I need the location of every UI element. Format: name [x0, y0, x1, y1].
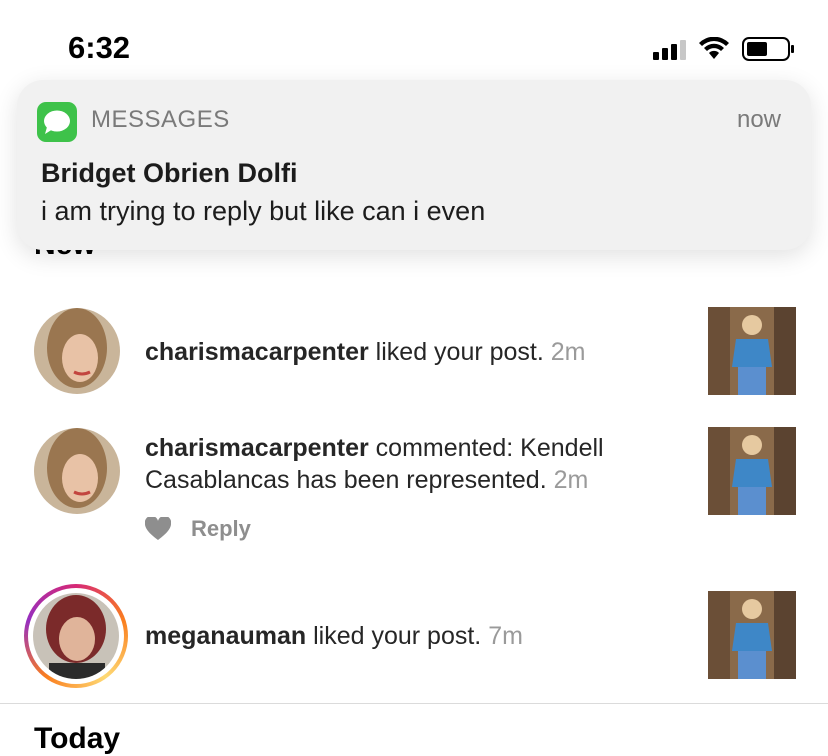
activity-time: 7m [488, 622, 523, 650]
comment-actions: Reply [145, 516, 251, 542]
activity-text: charismacarpenter liked your post. 2m [145, 338, 586, 366]
post-thumbnail[interactable] [708, 307, 796, 395]
username-link[interactable]: charismacarpenter [145, 338, 369, 366]
activity-time: 2m [553, 466, 589, 494]
section-divider [0, 703, 828, 704]
status-time: 6:32 [68, 30, 131, 65]
post-thumbnail[interactable] [708, 591, 796, 679]
message-notification-banner[interactable]: MESSAGES now Bridget Obrien Dolfi i am t… [17, 80, 811, 250]
avatar [33, 593, 119, 679]
status-icons [653, 36, 796, 62]
messages-app-icon [37, 102, 77, 142]
cellular-signal-icon [653, 38, 686, 60]
story-avatar[interactable] [24, 584, 128, 688]
wifi-icon [699, 37, 729, 59]
notification-app-name: MESSAGES [91, 106, 230, 133]
avatar[interactable] [34, 308, 120, 394]
notification-message: i am trying to reply but like can i even [41, 196, 486, 226]
notification-time: now [736, 106, 781, 133]
reply-button[interactable]: Reply [191, 516, 251, 542]
activity-time: 2m [550, 338, 586, 366]
username-link[interactable]: charismacarpenter [145, 434, 369, 462]
activity-text: charismacarpenter commented: Kendell Cas… [145, 434, 604, 494]
heart-icon[interactable] [145, 517, 171, 541]
post-thumbnail[interactable] [708, 427, 796, 515]
activity-text: meganauman liked your post. 7m [145, 622, 523, 650]
notification-sender: Bridget Obrien Dolfi [41, 158, 298, 188]
section-header-today: Today [34, 722, 121, 755]
username-link[interactable]: meganauman [145, 622, 306, 650]
avatar[interactable] [34, 428, 120, 514]
battery-icon [742, 37, 794, 61]
